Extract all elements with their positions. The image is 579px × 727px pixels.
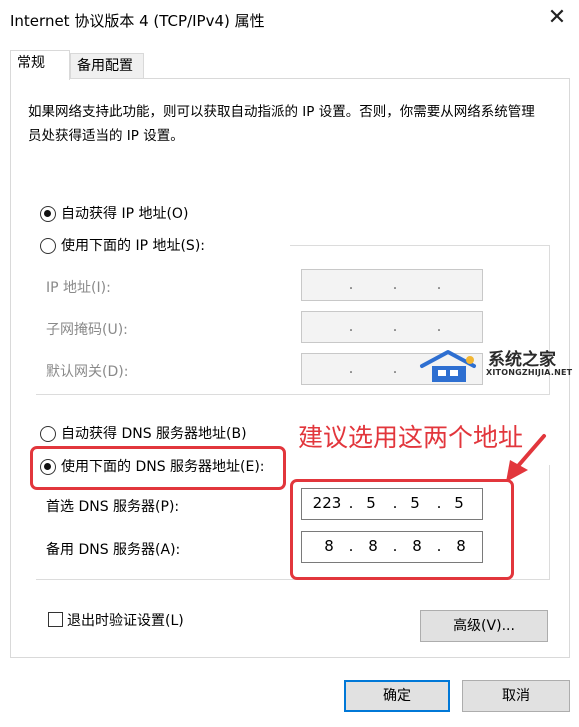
description-text: 如果网络支持此功能，则可以获取自动指派的 IP 设置。否则，你需要从网络系统管理…	[28, 104, 535, 144]
ip-dot: .	[348, 317, 354, 335]
ip-address-label: IP 地址(I):	[46, 280, 111, 296]
ip-dot: .	[348, 275, 354, 293]
validate-on-exit-label[interactable]: 退出时验证设置(L)	[67, 610, 184, 630]
annotation-text: 建议选用这两个地址	[298, 423, 524, 452]
ip-dot: .	[436, 317, 442, 335]
watermark-logo-icon	[420, 350, 476, 382]
advanced-button[interactable]: 高级(V)...	[420, 610, 548, 642]
subnet-mask-label: 子网掩码(U):	[46, 322, 128, 338]
close-icon[interactable]: ✕	[542, 4, 572, 32]
tab-general[interactable]: 常规	[10, 50, 70, 80]
highlight-dns-fields	[290, 479, 514, 580]
watermark-domain: XITONGZHIJIA.NET	[486, 368, 573, 377]
ip-dot: .	[348, 359, 354, 377]
subnet-mask-field[interactable]: . . .	[301, 311, 483, 343]
ip-auto-radio[interactable]	[40, 206, 56, 222]
ip-dot: .	[392, 359, 398, 377]
highlight-dns-manual	[30, 446, 286, 490]
ip-auto-label[interactable]: 自动获得 IP 地址(O)	[61, 203, 188, 223]
ip-dot: .	[392, 317, 398, 335]
dns-auto-label[interactable]: 自动获得 DNS 服务器地址(B)	[61, 423, 247, 443]
cancel-button[interactable]: 取消	[462, 680, 570, 712]
ip-address-field[interactable]: . . .	[301, 269, 483, 301]
tab-alternate-config[interactable]: 备用配置	[70, 53, 144, 78]
ip-manual-radio[interactable]	[40, 238, 56, 254]
ip-manual-label[interactable]: 使用下面的 IP 地址(S):	[61, 235, 205, 255]
preferred-dns-label: 首选 DNS 服务器(P):	[46, 499, 180, 515]
ok-button[interactable]: 确定	[344, 680, 450, 712]
ip-group-frame-top	[290, 245, 550, 246]
ip-dot: .	[436, 275, 442, 293]
default-gateway-label: 默认网关(D):	[46, 364, 129, 380]
annotation-arrow-icon	[506, 434, 546, 482]
watermark-name: 系统之家	[488, 350, 556, 370]
validate-on-exit-checkbox[interactable]	[48, 612, 63, 627]
dns-auto-radio[interactable]	[40, 426, 56, 442]
ip-dot: .	[392, 275, 398, 293]
alternate-dns-label: 备用 DNS 服务器(A):	[46, 542, 181, 558]
window-title: Internet 协议版本 4 (TCP/IPv4) 属性	[10, 12, 265, 30]
